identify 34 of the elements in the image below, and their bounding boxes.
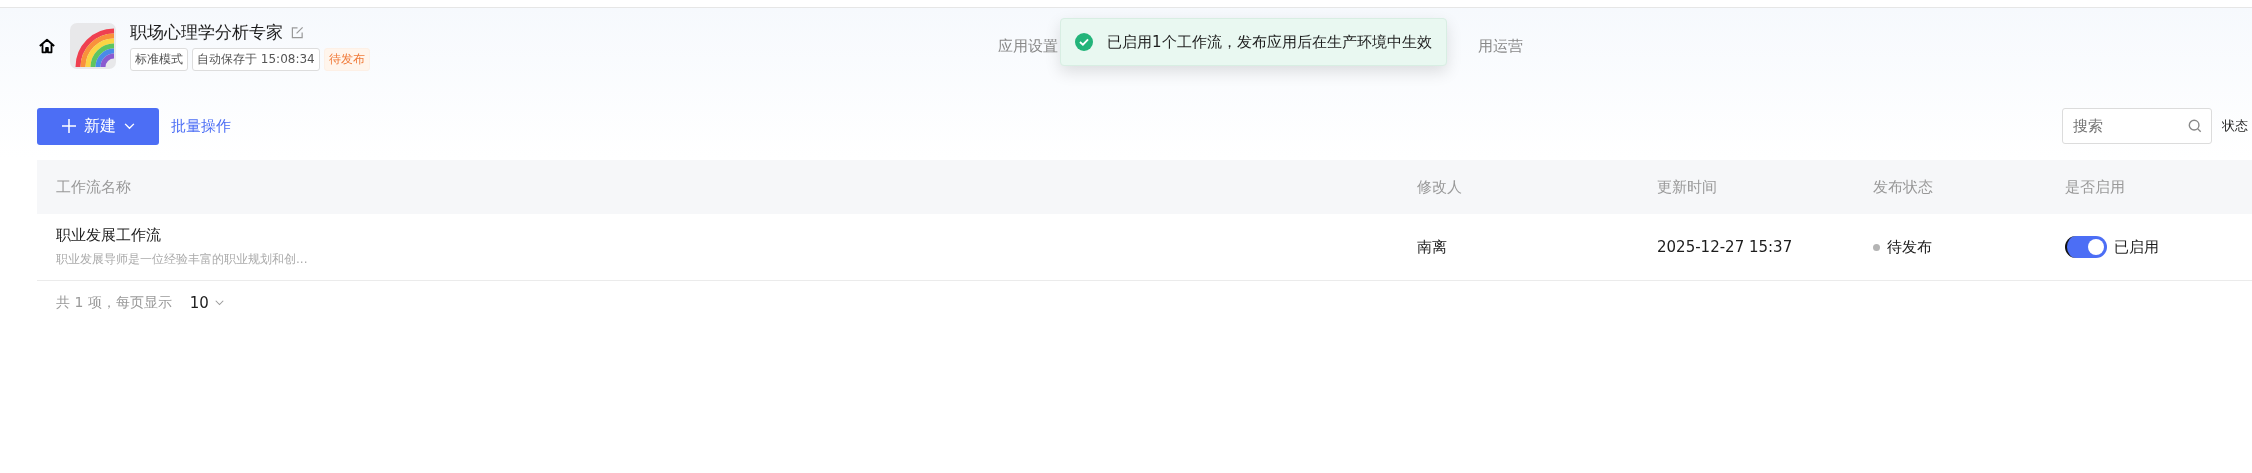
caret-icon (123, 122, 135, 130)
nav-tab[interactable]: 应用设置 (998, 36, 1058, 56)
workflow-name[interactable]: 职业发展工作流 (56, 226, 1417, 245)
column-header: 发布状态 (1873, 177, 1934, 197)
home-icon[interactable] (38, 37, 56, 55)
status-text: 待发布 (1887, 237, 1932, 257)
caret-icon (214, 300, 224, 306)
app-tag: 自动保存于 15:08:34 (192, 48, 320, 71)
app-tag: 待发布 (323, 48, 370, 71)
page-size-select[interactable]: 10 (189, 294, 224, 312)
plus-icon (61, 119, 76, 133)
column-header: 更新时间 (1657, 177, 1718, 197)
app-tag: 标准模式 (130, 48, 188, 71)
column-header: 是否启用 (2065, 177, 2126, 197)
search-field[interactable]: 搜索 (2062, 108, 2212, 144)
table-cell-text: 南离 (1417, 237, 1448, 257)
toggle-label: 已启用 (2114, 237, 2159, 257)
new-button[interactable]: 新建 (37, 107, 159, 145)
rainbow-icon (70, 23, 116, 69)
status-dot (1873, 243, 1880, 251)
table-cell-text: 2025-12-27 15:37 (1657, 238, 1794, 256)
search-icon (2188, 119, 2202, 133)
batch-link[interactable]: 批量操作 (171, 116, 231, 136)
toggle-switch[interactable] (2065, 236, 2107, 258)
pagination-total: 共 1 项，每页显示 (56, 294, 172, 312)
filter-label[interactable]: 状态 (2222, 117, 2248, 135)
toast-text: 已启用1个工作流，发布应用后在生产环境中生效 (1107, 32, 1432, 52)
workflow-description: 职业发展导师是一位经验丰富的职业规划和创... (56, 251, 309, 268)
column-header: 修改人 (1417, 177, 1463, 197)
nav-tab[interactable]: 用运营 (1478, 36, 1523, 56)
edit-icon[interactable] (291, 26, 304, 39)
app-title: 职场心理学分析专家 (130, 21, 283, 44)
check-icon (1075, 33, 1093, 51)
column-header: 工作流名称 (55, 177, 132, 197)
